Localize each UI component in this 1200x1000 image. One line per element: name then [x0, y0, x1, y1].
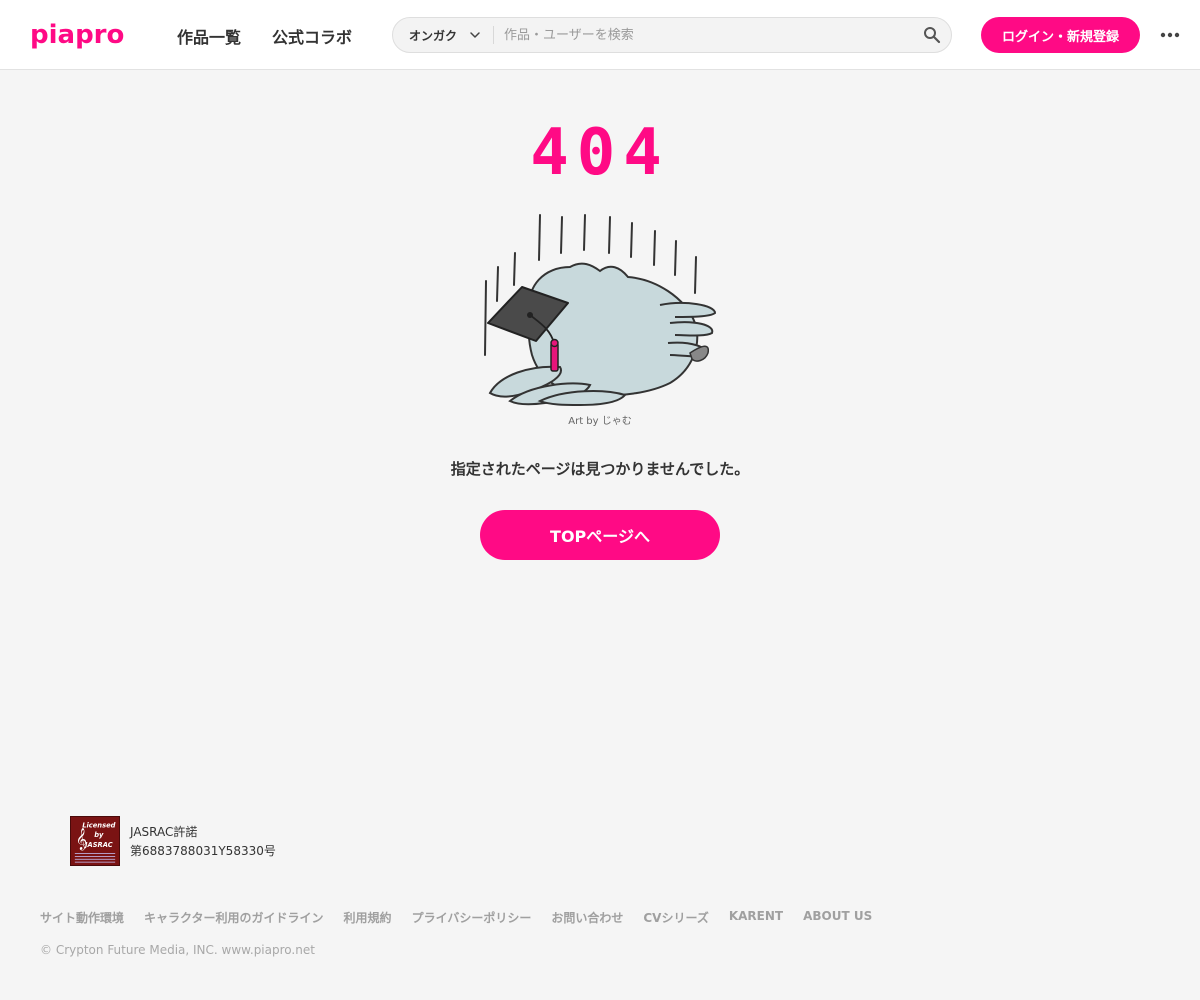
not-found-message: 指定されたページは見つかりませんでした。	[450, 460, 750, 478]
error-code-title: 404	[530, 116, 670, 190]
art-credit: Art by じゃむ	[568, 416, 632, 427]
footer-link-privacy[interactable]: プライバシーポリシー	[412, 909, 532, 926]
svg-text:Licensed: Licensed	[82, 822, 115, 830]
more-dots-icon[interactable]	[1160, 29, 1180, 41]
piapro-logo[interactable]: piapro	[30, 20, 132, 50]
search-bar: オンガク	[392, 17, 952, 53]
nav-works-list[interactable]: 作品一覧	[177, 24, 241, 48]
svg-text:piapro: piapro	[30, 20, 124, 50]
search-category-label: オンガク	[409, 28, 458, 43]
owl-illustration	[484, 214, 717, 407]
jasrac-license-badge: 𝄞 Licensed by JASRAC	[70, 816, 120, 866]
footer-link-karent[interactable]: KARENT	[729, 909, 783, 926]
svg-text:by: by	[94, 831, 104, 839]
jasrac-title: JASRAC許諾	[130, 825, 198, 839]
search-input[interactable]	[504, 18, 914, 52]
search-category-select[interactable]: オンガク	[393, 18, 493, 52]
footer-link-environment[interactable]: サイト動作環境	[40, 909, 124, 926]
footer-links: サイト動作環境 キャラクター利用のガイドライン 利用規約 プライバシーポリシー …	[40, 909, 872, 926]
footer-link-contact[interactable]: お問い合わせ	[551, 909, 623, 926]
site-header: piapro 作品一覧 公式コラボ オンガク ログイン・新規登録	[0, 0, 1200, 70]
jasrac-number: 第6883788031Y58330号	[130, 844, 276, 858]
login-register-button[interactable]: ログイン・新規登録	[981, 17, 1140, 53]
svg-text:JASRAC: JASRAC	[83, 841, 113, 849]
search-divider	[493, 26, 494, 44]
search-icon[interactable]	[923, 26, 941, 44]
nav-official-collab[interactable]: 公式コラボ	[272, 24, 352, 48]
footer-link-cv-series[interactable]: CVシリーズ	[643, 909, 709, 926]
footer-link-terms[interactable]: 利用規約	[344, 909, 392, 926]
footer-link-about[interactable]: ABOUT US	[803, 909, 872, 926]
footer-link-character-guideline[interactable]: キャラクター利用のガイドライン	[144, 909, 324, 926]
copyright: © Crypton Future Media, INC. www.piapro.…	[40, 943, 315, 957]
chevron-down-icon	[470, 32, 480, 38]
jasrac-license-text: JASRAC許諾 第6883788031Y58330号	[130, 823, 276, 861]
top-page-button[interactable]: TOPページへ	[480, 510, 720, 560]
